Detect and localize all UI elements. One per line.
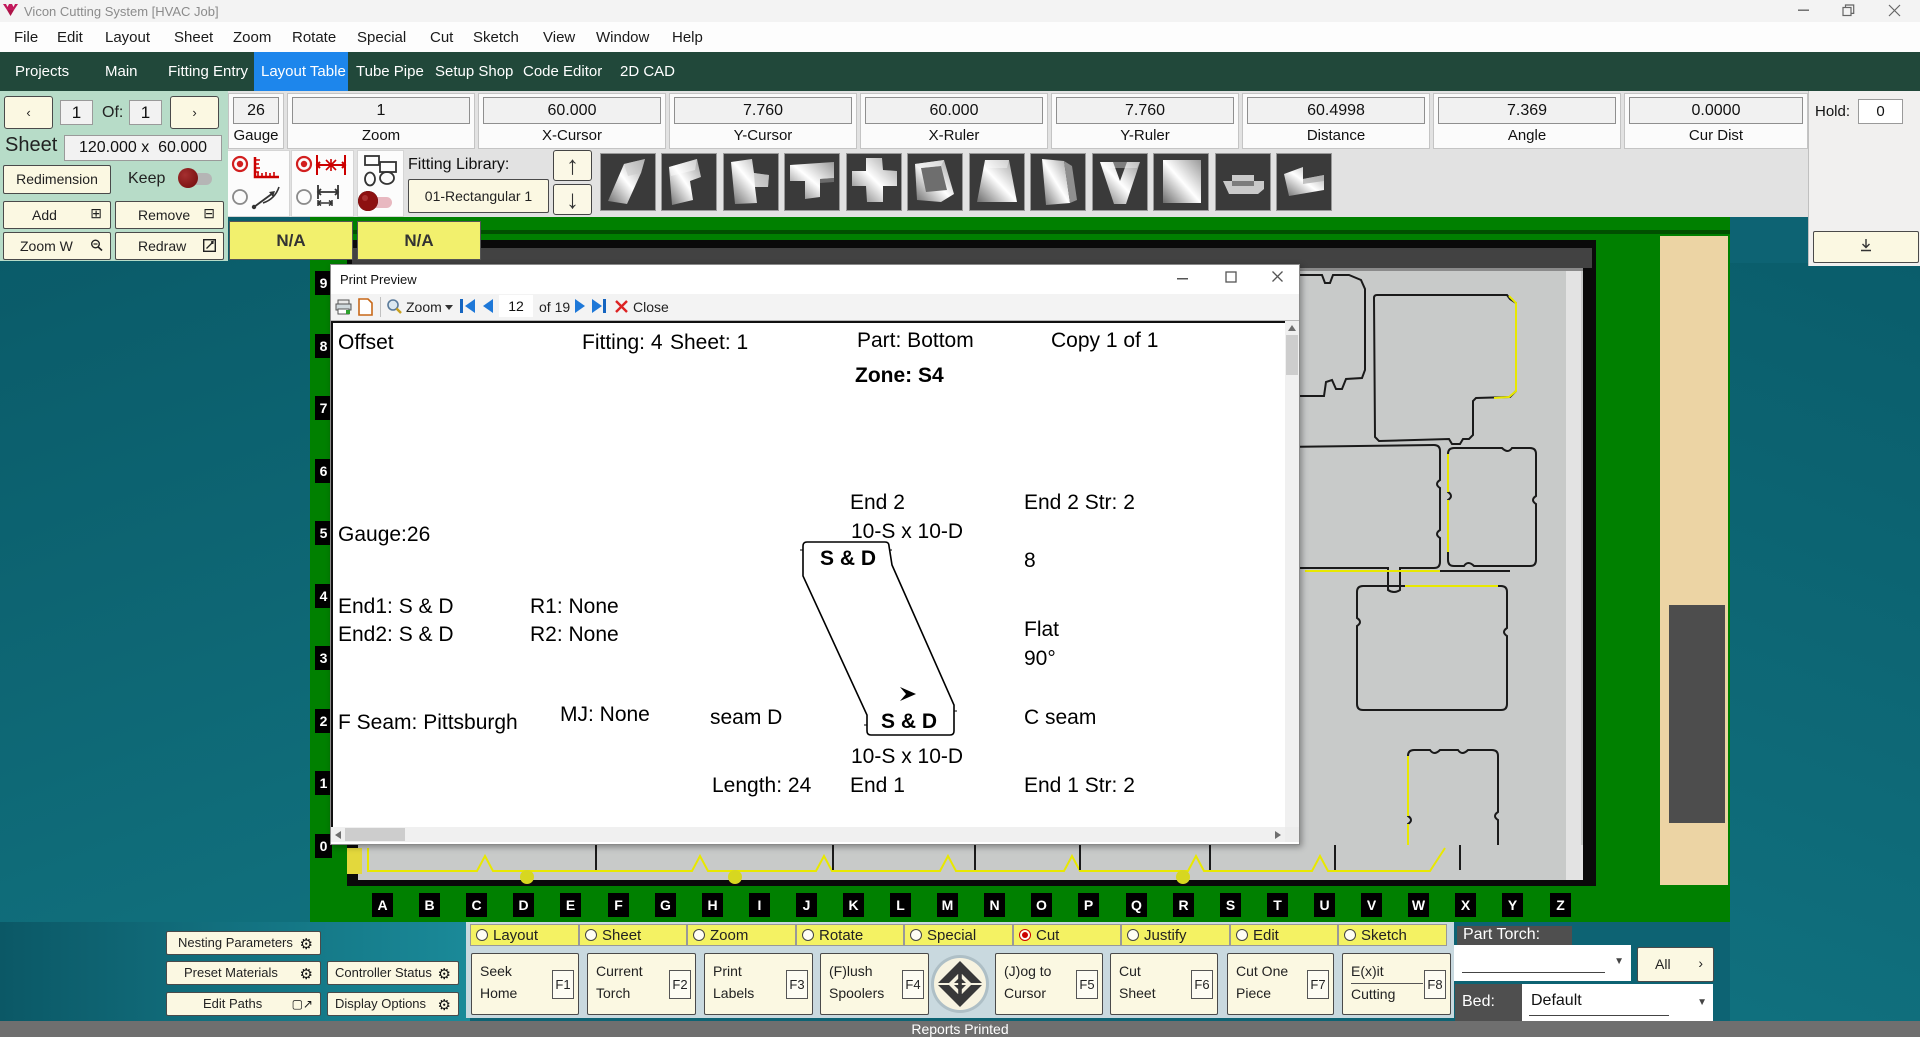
- svg-text:S & D: S & D: [881, 710, 937, 733]
- svg-text:S & D: S & D: [820, 547, 876, 570]
